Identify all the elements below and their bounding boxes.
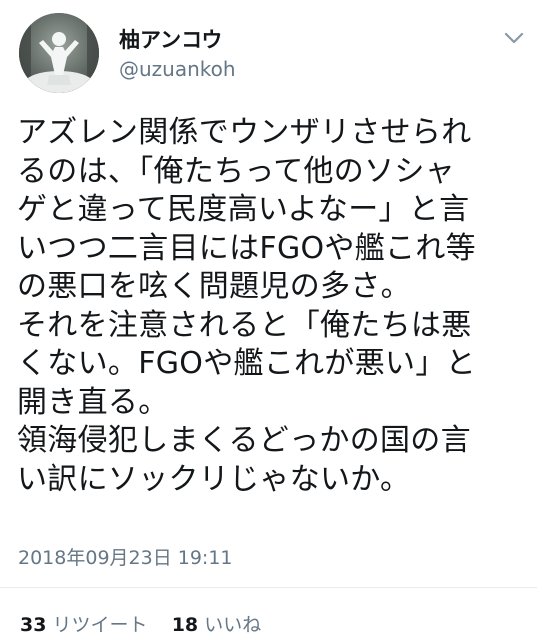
tweet-line: ゲと違って民度高いよなー」と言 [17, 192, 470, 227]
retweets-count: 33 [20, 614, 47, 636]
tweet-line: いつつ二言目にはFGOや艦これ等 [17, 230, 476, 266]
likes-label: いいね [204, 614, 262, 636]
tweet-timestamp[interactable]: 2018年09月23日 19:11 [18, 543, 233, 570]
likes-count: 18 [171, 614, 199, 636]
retweets-stat[interactable]: 33 リツイート [20, 610, 148, 637]
likes-stat[interactable]: 18 いいね [172, 610, 262, 637]
tweet-line: い訳にソックリじゃないか。 [17, 461, 411, 497]
tweet-text: アズレン関係でウンザリさせられ るのは、「俺たちって他のソシャ ゲと違って民度高いよ… [17, 114, 527, 499]
tweet-stats: 33 リツイート 18 いいね [20, 610, 261, 637]
user-handle[interactable]: @uzuankoh [119, 57, 236, 81]
tweet-line: 領海侵犯しまくるどっかの国の言 [17, 423, 471, 458]
avatar[interactable] [19, 13, 99, 93]
tweet-line: アズレン関係でウンザリさせられ [17, 115, 472, 150]
retweets-label: リツイート [52, 614, 148, 636]
divider [0, 587, 537, 588]
chevron-down-icon[interactable] [503, 30, 525, 46]
display-name[interactable]: 柚アンコウ [119, 24, 222, 54]
tweet-line: るのは、「俺たちって他のソシャ [17, 153, 455, 189]
tweet-line: くない。FGOや艦これが悪い」と [17, 346, 476, 381]
tweet-line: それを注意されると「俺たちは悪 [17, 307, 472, 343]
avatar-image [19, 13, 99, 93]
tweet-line: 開き直る。 [17, 384, 169, 420]
tweet-line: の悪口を呟く問題児の多さ。 [17, 269, 411, 304]
